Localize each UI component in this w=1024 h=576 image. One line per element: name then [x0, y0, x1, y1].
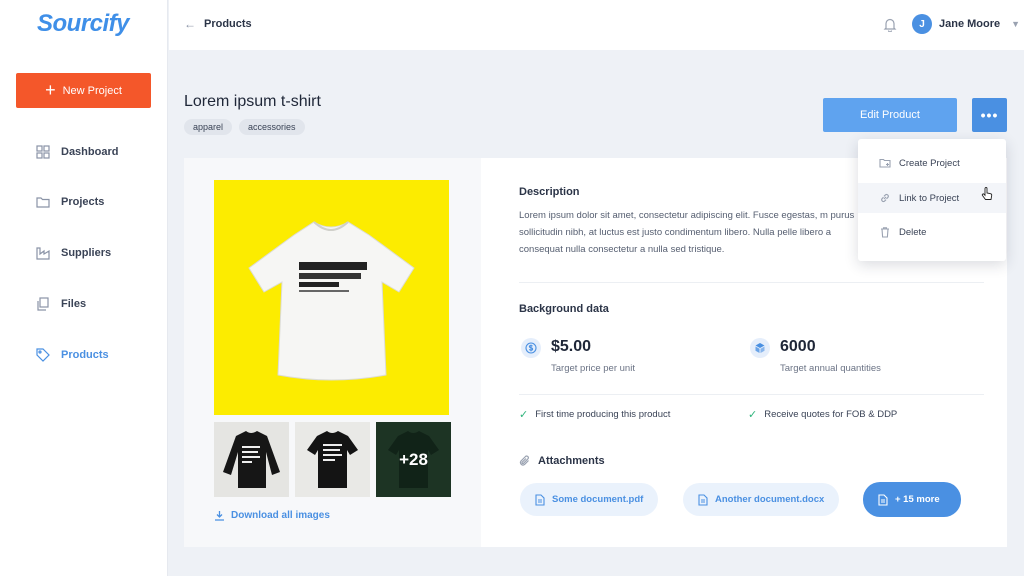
document-icon	[698, 493, 708, 506]
avatar: J	[912, 14, 932, 34]
target-price-value: $5.00	[551, 338, 592, 355]
paperclip-icon	[519, 455, 529, 466]
edit-product-button[interactable]: Edit Product	[823, 98, 957, 132]
app-logo[interactable]: Sourcify	[37, 10, 130, 38]
download-icon	[215, 511, 224, 521]
sidebar-item-products[interactable]: Products	[36, 345, 109, 365]
sidebar-item-label: Suppliers	[61, 247, 112, 259]
tshirt-image	[214, 180, 449, 415]
chevron-down-icon: ▼	[1011, 19, 1021, 29]
download-label: Download all images	[231, 510, 330, 521]
more-attachments-label: + 15 more	[895, 494, 940, 505]
attachment-chip[interactable]: Another document.docx	[683, 483, 840, 516]
check-first-time: ✓ First time producing this product	[519, 408, 670, 421]
black-tshirt-image	[295, 422, 370, 497]
new-project-label: New Project	[62, 84, 122, 97]
hand-cursor-icon	[981, 187, 993, 200]
annual-quantity-label: Target annual quantities	[780, 363, 881, 374]
new-project-button[interactable]: + New Project	[16, 73, 151, 108]
trash-icon	[881, 227, 889, 238]
sidebar-item-label: Products	[61, 349, 109, 361]
plus-icon: +	[45, 79, 56, 100]
product-thumbnail-more[interactable]: +28	[376, 422, 451, 497]
dollar-icon	[521, 338, 541, 358]
product-main-image[interactable]	[214, 180, 449, 415]
tag-accessories[interactable]: accessories	[239, 119, 305, 135]
back-arrow-icon: ←	[184, 17, 196, 31]
document-icon	[535, 493, 545, 506]
download-all-images-link[interactable]: Download all images	[214, 510, 330, 521]
menu-item-label: Link to Project	[899, 192, 960, 204]
check-quotes: ✓ Receive quotes for FOB & DDP	[748, 408, 897, 421]
checkmark-icon: ✓	[748, 409, 758, 421]
document-icon	[878, 493, 888, 506]
add-folder-icon	[879, 158, 891, 168]
sidebar-item-suppliers[interactable]: Suppliers	[36, 243, 111, 263]
sidebar-item-dashboard[interactable]: Dashboard	[36, 142, 118, 162]
sidebar-item-label: Projects	[61, 196, 105, 208]
attachment-chip[interactable]: Some document.pdf	[520, 483, 659, 516]
sidebar-item-files[interactable]: Files	[36, 294, 86, 314]
link-icon	[881, 193, 889, 203]
attachment-name: Another document.docx	[715, 494, 825, 505]
check-label: Receive quotes for FOB & DDP	[764, 409, 898, 420]
more-attachments-button[interactable]: + 15 more	[863, 482, 961, 517]
attachment-name: Some document.pdf	[552, 494, 644, 505]
top-bar: ← Products J Jane Moore ▼	[169, 0, 1024, 50]
divider	[519, 282, 984, 283]
breadcrumb[interactable]: ← Products	[184, 17, 252, 31]
description-title: Description	[519, 186, 580, 198]
sidebar-item-projects[interactable]: Projects	[36, 192, 104, 212]
menu-item-label: Create Project	[899, 157, 960, 169]
files-icon	[37, 297, 49, 311]
product-thumbnail[interactable]	[295, 422, 370, 497]
check-label: First time producing this product	[535, 409, 671, 420]
target-price-label: Target price per unit	[551, 363, 635, 374]
description-text: Lorem ipsum dolor sit amet, consectetur …	[519, 210, 855, 255]
background-data-title: Background data	[519, 303, 609, 315]
factory-icon	[36, 247, 50, 260]
sidebar-item-label: Dashboard	[61, 146, 119, 158]
user-menu[interactable]: J Jane Moore ▼	[912, 14, 1020, 34]
longsleeve-image	[214, 422, 289, 497]
bell-icon[interactable]	[883, 17, 897, 32]
attachments-title: Attachments	[519, 455, 605, 467]
tag-apparel[interactable]: apparel	[184, 119, 233, 135]
page-title: Lorem ipsum t-shirt	[184, 93, 321, 110]
grid-icon	[36, 145, 50, 159]
breadcrumb-label: Products	[204, 18, 252, 30]
menu-item-create-project[interactable]: Create Project	[858, 148, 1006, 178]
sidebar: Sourcify + New Project Dashboard Project…	[0, 0, 168, 576]
more-options-button[interactable]: •••	[972, 98, 1007, 132]
more-images-count: +28	[376, 422, 451, 497]
tag-icon	[36, 348, 50, 362]
divider	[519, 394, 984, 395]
user-name: Jane Moore	[939, 18, 1001, 30]
product-thumbnail[interactable]	[214, 422, 289, 497]
sidebar-item-label: Files	[61, 298, 87, 310]
folder-icon	[36, 197, 50, 208]
box-icon	[750, 338, 770, 358]
checkmark-icon: ✓	[519, 409, 529, 421]
menu-item-delete[interactable]: Delete	[858, 217, 1006, 247]
menu-item-label: Delete	[899, 226, 927, 238]
attachments-label: Attachments	[538, 455, 605, 467]
annual-quantity-value: 6000	[780, 338, 816, 355]
